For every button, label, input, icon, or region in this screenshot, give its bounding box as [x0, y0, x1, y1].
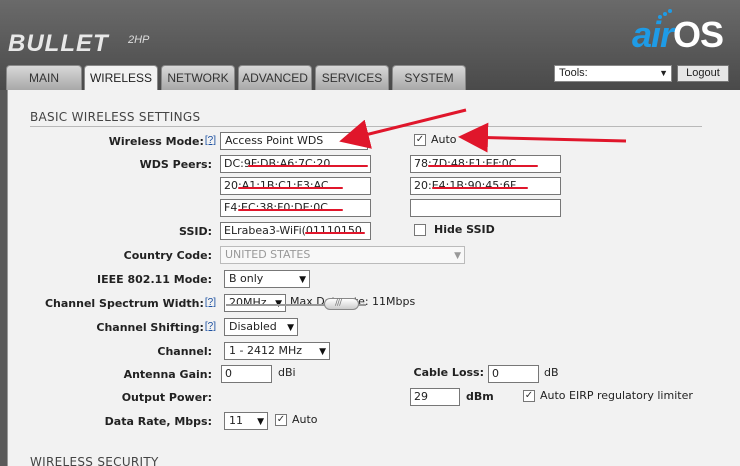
- arrow-to-auto-checkbox: [458, 122, 627, 153]
- arrow-to-wireless-mode: [339, 108, 467, 149]
- annotation-arrows: [339, 108, 627, 153]
